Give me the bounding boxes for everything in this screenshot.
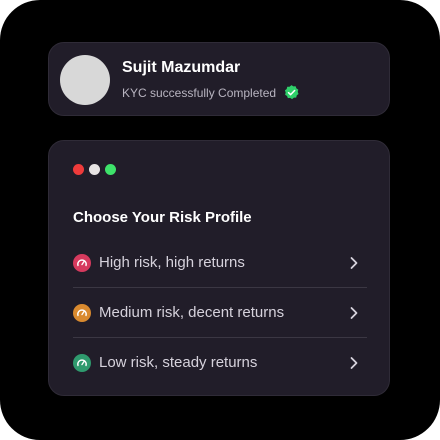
- chevron-right-icon: [350, 306, 358, 319]
- speedometer-icon: [73, 303, 91, 322]
- avatar[interactable]: [60, 55, 110, 105]
- risk-option-list: High risk, high returns Medium risk, dec…: [73, 238, 367, 387]
- risk-option-high[interactable]: High risk, high returns: [73, 238, 367, 287]
- profile-card: Sujit Mazumdar KYC successfully Complete…: [48, 42, 390, 116]
- speedometer-icon: [73, 253, 91, 272]
- white-dot: [89, 164, 100, 175]
- user-name: Sujit Mazumdar: [122, 59, 241, 76]
- window-dots: [73, 164, 121, 175]
- risk-option-medium[interactable]: Medium risk, decent returns: [73, 287, 367, 337]
- risk-option-low[interactable]: Low risk, steady returns: [73, 337, 367, 387]
- green-dot: [105, 164, 116, 175]
- risk-profile-title: Choose Your Risk Profile: [73, 209, 252, 226]
- risk-option-label: Low risk, steady returns: [99, 354, 258, 371]
- kyc-status-row: KYC successfully Completed: [122, 84, 300, 101]
- red-dot: [73, 164, 84, 175]
- phone-screen: Sujit Mazumdar KYC successfully Complete…: [0, 0, 440, 440]
- chevron-right-icon: [350, 256, 358, 269]
- kyc-status-text: KYC successfully Completed: [122, 85, 277, 100]
- verified-check-icon: [283, 84, 300, 101]
- risk-option-label: High risk, high returns: [99, 254, 245, 271]
- risk-option-label: Medium risk, decent returns: [99, 304, 285, 321]
- risk-profile-card: Choose Your Risk Profile High risk, high…: [48, 140, 390, 396]
- chevron-right-icon: [350, 356, 358, 369]
- speedometer-icon: [73, 353, 91, 372]
